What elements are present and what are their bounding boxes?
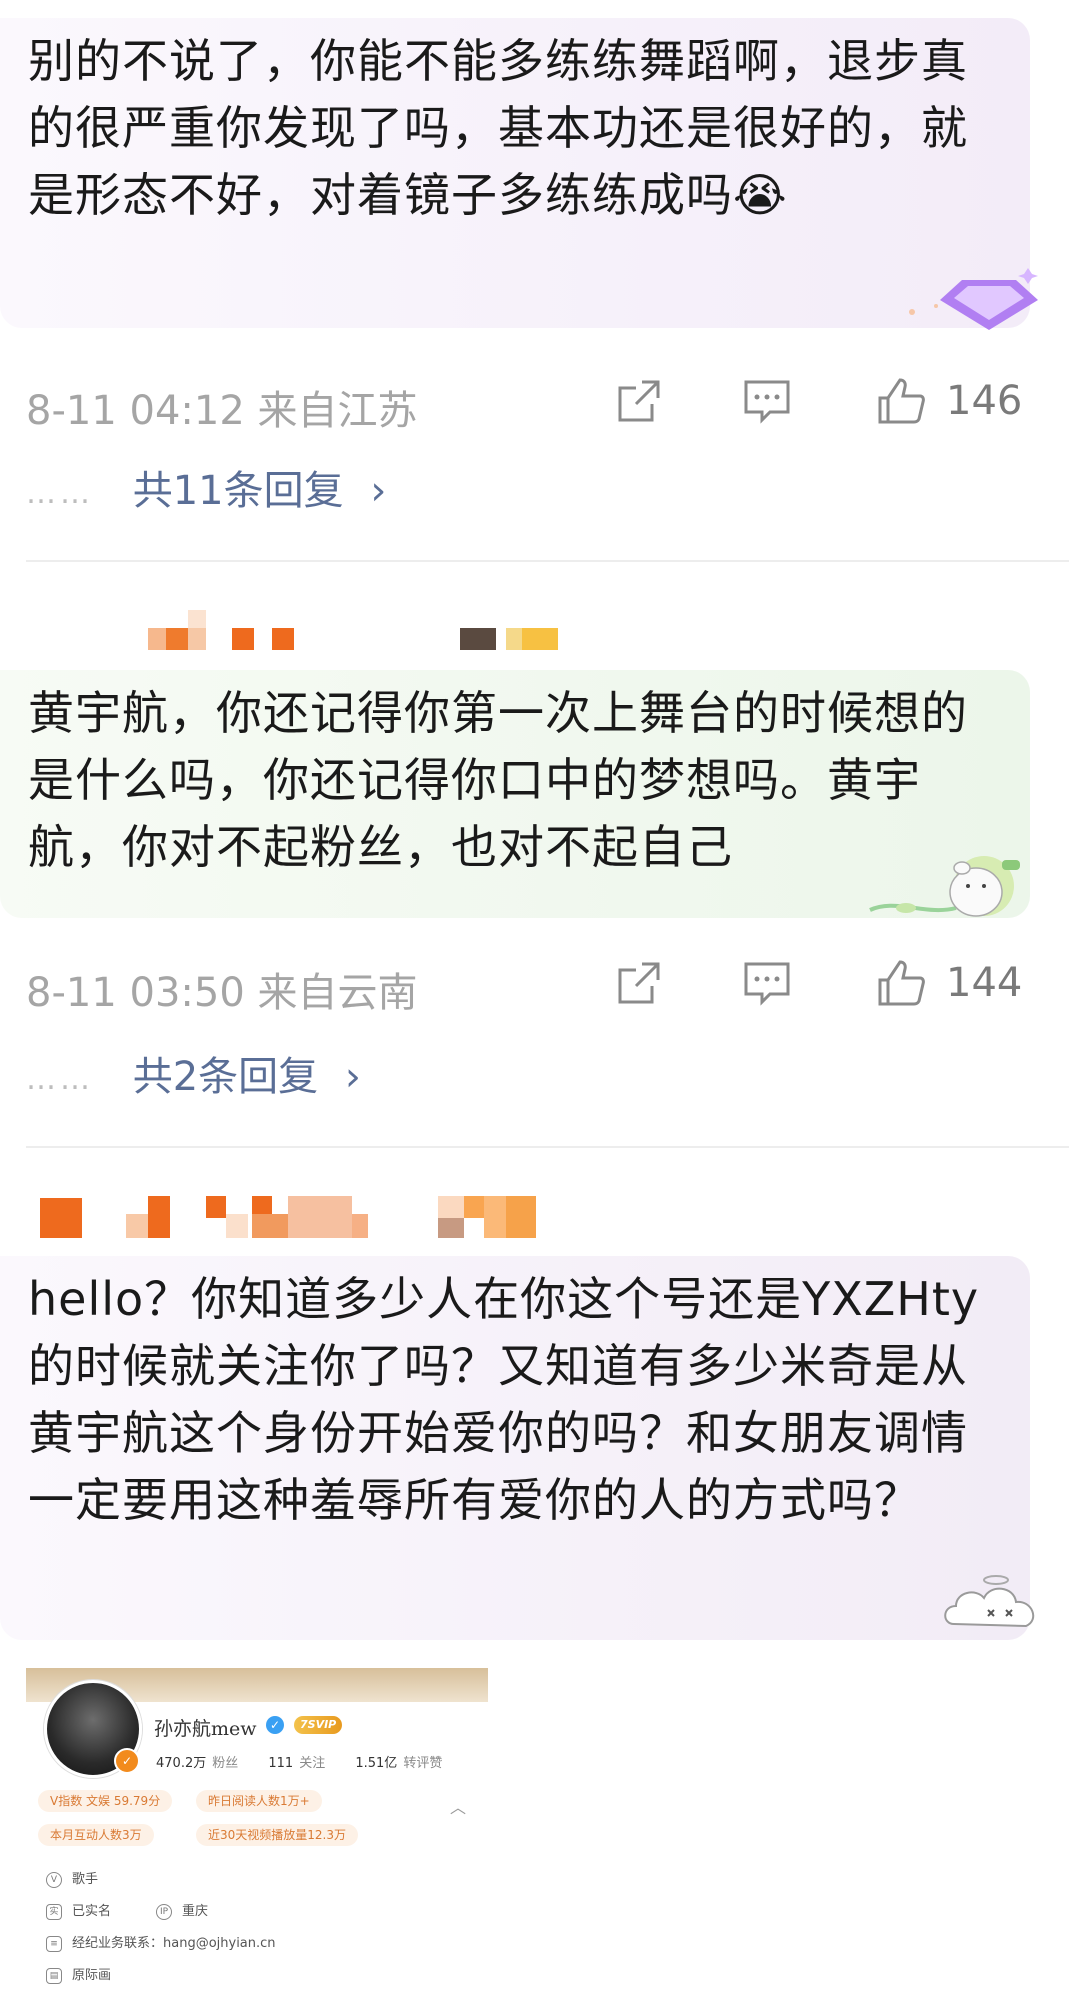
comment-2-replies[interactable]: …… 共2条回复 › — [26, 1044, 361, 1104]
comment-3-bubble: hello？你知道多少人在你这个号还是YXZHty的时候就关注你了吗？又知道有多… — [0, 1256, 1030, 1640]
profile-name: 孙亦航mew — [154, 1718, 257, 1740]
comment-1-time: 8-11 04:12 来自江苏 — [26, 388, 418, 434]
divider — [26, 560, 1069, 562]
profile-info-text: 已实名 — [72, 1904, 112, 1919]
cloud-sticker-icon — [944, 1575, 1035, 1628]
pixelated-username-3 — [40, 1194, 580, 1240]
followers-label: 粉丝 — [212, 1756, 239, 1771]
building-icon: ▤ — [46, 1967, 62, 1984]
chevron-up-icon: ︿ — [450, 1798, 467, 1817]
comment-3-text: hello？你知道多少人在你这个号还是YXZHty的时候就关注你了吗？又知道有多… — [28, 1272, 980, 1527]
comment-1-text: 别的不说了，你能不能多练练舞蹈啊，退步真的很严重你发现了吗，基本功还是很好的，就… — [28, 34, 968, 222]
id-card-icon: 实 — [46, 1903, 62, 1920]
chevron-right-icon: › — [370, 468, 387, 514]
profile-tag: V指数 文娱 59.79分 — [38, 1790, 173, 1812]
like-icon[interactable] — [874, 374, 928, 428]
profile-tag: 近30天视频播放量12.3万 — [196, 1824, 358, 1846]
profile-tag: 昨日阅读人数1万+ — [196, 1790, 322, 1812]
reply-dots: …… — [26, 475, 94, 511]
profile-info-text: 歌手 — [72, 1872, 99, 1887]
following-label: 关注 — [299, 1756, 326, 1771]
diamond-badge-icon — [909, 268, 1038, 330]
profile-stats: 470.2万 粉丝 111 关注 1.51亿 转评赞 — [156, 1752, 468, 1771]
profile-info-row: ≡ 经纪业务联系：hang@ojhyian.cn — [46, 1932, 276, 1952]
comment-icon[interactable] — [740, 956, 794, 1010]
comment-1-meta: 8-11 04:12 来自江苏 146 — [26, 370, 1036, 434]
profile-info-text: 经纪业务联系：hang@ojhyian.cn — [72, 1936, 276, 1951]
share-icon[interactable] — [612, 956, 666, 1010]
profile-info-row: V 歌手 — [46, 1868, 98, 1888]
profile-card-image: ✓ 孙亦航mew ✓ 7SVIP 470.2万 粉丝 111 关注 1.51亿 转评赞… — [26, 1668, 488, 2002]
comment-2-likes: 144 — [946, 960, 1023, 1006]
pixelated-username-2 — [130, 606, 590, 650]
verified-blue-icon: ✓ — [266, 1716, 284, 1734]
chevron-right-icon: › — [344, 1054, 361, 1100]
v-icon: V — [46, 1871, 62, 1888]
hamster-sticker-icon — [869, 856, 1020, 917]
like-icon[interactable] — [874, 956, 928, 1010]
profile-info-text: 重庆 — [182, 1904, 209, 1919]
share-icon[interactable] — [612, 374, 666, 428]
comment-1-bubble: 别的不说了，你能不能多练练舞蹈啊，退步真的很严重你发现了吗，基本功还是很好的，就… — [0, 18, 1030, 328]
verified-badge-icon: ✓ — [114, 1748, 140, 1774]
comment-1-replies-label[interactable]: 共11条回复 — [133, 468, 344, 514]
svip-badge: 7SVIP — [294, 1716, 343, 1734]
profile-info-row: 实已实名 — [46, 1900, 111, 1920]
profile-info-row: ▤ 原际画 — [46, 1964, 111, 1984]
likes-label: 转评赞 — [403, 1756, 443, 1771]
reply-dots: …… — [26, 1061, 94, 1097]
profile-info-row: IP 重庆 — [156, 1900, 208, 1920]
divider — [26, 1146, 1069, 1148]
comment-2-meta: 8-11 03:50 来自云南 144 — [26, 952, 1036, 1016]
comment-2-time: 8-11 03:50 来自云南 — [26, 970, 418, 1016]
ip-icon: IP — [156, 1903, 172, 1920]
comment-1-replies[interactable]: …… 共11条回复 › — [26, 458, 386, 518]
comment-icon[interactable] — [740, 374, 794, 428]
comment-1-likes: 146 — [946, 378, 1023, 424]
following-count: 111 — [268, 1756, 294, 1771]
likes-count: 1.51亿 — [355, 1756, 398, 1771]
comment-2-replies-label[interactable]: 共2条回复 — [133, 1054, 318, 1100]
document-icon: ≡ — [46, 1935, 62, 1952]
comment-2-text: 黄宇航，你还记得你第一次上舞台的时候想的是什么吗，你还记得你口中的梦想吗。黄宇航… — [28, 686, 968, 874]
profile-info-text: 原际画 — [72, 1968, 112, 1983]
followers-count: 470.2万 — [156, 1756, 207, 1771]
profile-tag: 本月互动人数3万 — [38, 1824, 154, 1846]
